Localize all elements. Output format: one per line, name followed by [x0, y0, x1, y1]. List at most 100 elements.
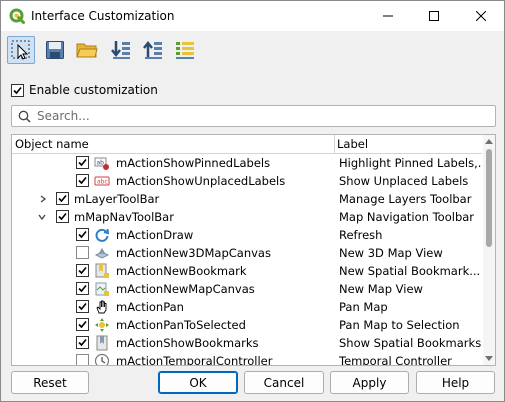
tree-row[interactable]: abc mActionShowUnplacedLabels Show Unpla…: [12, 172, 482, 190]
scroll-up-icon[interactable]: [485, 138, 493, 144]
column-separator: [334, 135, 335, 153]
row-object-name: mActionShowPinnedLabels: [116, 156, 271, 170]
row-object-name: mActionNewBookmark: [116, 264, 247, 278]
minimize-icon: [383, 15, 393, 17]
checkmark-icon: [78, 338, 87, 347]
row-checkbox[interactable]: [56, 210, 69, 223]
cancel-button[interactable]: Cancel: [244, 371, 324, 394]
tree-row[interactable]: mActionPan Pan Map: [12, 298, 482, 316]
load-from-file-button[interactable]: [139, 36, 167, 64]
load-button[interactable]: [73, 36, 101, 64]
checkmark-icon: [78, 176, 87, 185]
row-label: Refresh: [339, 228, 383, 242]
enable-customization-checkbox[interactable]: [11, 83, 24, 97]
row-label: Highlight Pinned Labels,...: [339, 156, 481, 170]
row-checkbox[interactable]: [76, 264, 89, 277]
checkmark-icon: [58, 194, 67, 203]
tree-row[interactable]: mMapNavToolBar Map Navigation Toolbar: [12, 208, 482, 226]
search-box[interactable]: [11, 105, 496, 127]
minimize-button[interactable]: [365, 1, 411, 31]
maximize-icon: [429, 11, 439, 21]
help-button[interactable]: Help: [416, 371, 495, 394]
column-header-label[interactable]: Label: [337, 137, 368, 151]
tree-row[interactable]: mActionNewBookmark New Spatial Bookmark.…: [12, 262, 482, 280]
tree-row[interactable]: mActionShowBookmarks Show Spatial Bookma…: [12, 334, 482, 352]
row-checkbox[interactable]: [56, 192, 69, 205]
refresh-icon: [95, 228, 110, 242]
load-from-main-window-button[interactable]: [107, 36, 135, 64]
close-button[interactable]: [458, 1, 504, 31]
temporal-controller-icon: [94, 353, 110, 365]
search-input[interactable]: [37, 109, 477, 123]
row-object-name: mMapNavToolBar: [74, 210, 174, 224]
close-icon: [476, 11, 486, 21]
pan-hand-icon: [96, 300, 107, 314]
scroll-down-icon[interactable]: [485, 356, 493, 362]
row-label: Pan Map: [339, 300, 388, 314]
toggle-all-icon: [176, 42, 194, 59]
row-label: Manage Layers Toolbar: [339, 192, 472, 206]
row-checkbox[interactable]: [76, 300, 89, 313]
row-object-name: mActionNewMapCanvas: [116, 282, 255, 296]
tree-row[interactable]: mActionDraw Refresh: [12, 226, 482, 244]
tree-row[interactable]: mLayerToolBar Manage Layers Toolbar: [12, 190, 482, 208]
row-label: Pan Map to Selection: [339, 318, 460, 332]
row-object-name: mLayerToolBar: [74, 192, 160, 206]
maximize-button[interactable]: [411, 1, 457, 31]
select-pointer-icon: [11, 40, 30, 60]
row-checkbox[interactable]: [76, 354, 89, 365]
row-checkbox[interactable]: [76, 156, 89, 169]
checkmark-icon: [58, 212, 67, 221]
row-object-name: mActionDraw: [116, 228, 194, 242]
row-checkbox[interactable]: [76, 336, 89, 349]
chevron-right-icon[interactable]: [39, 195, 47, 203]
reset-button[interactable]: Reset: [11, 371, 89, 394]
tree-row[interactable]: mActionNew3DMapCanvas New 3D Map View: [12, 244, 482, 262]
row-object-name: mActionShowBookmarks: [116, 336, 259, 350]
ok-button[interactable]: OK: [158, 371, 238, 394]
pan-to-selected-icon: [95, 318, 109, 332]
row-checkbox[interactable]: [76, 318, 89, 331]
row-checkbox[interactable]: [76, 246, 89, 259]
select-widget-button[interactable]: [7, 36, 35, 64]
scrollbar-thumb[interactable]: [486, 149, 492, 247]
save-icon: [46, 41, 64, 59]
tree-rows: ab mActionShowPinnedLabels Highlight Pin…: [12, 154, 482, 366]
enable-customization-label: Enable customization: [29, 83, 158, 97]
row-checkbox[interactable]: [76, 228, 89, 241]
tree-row[interactable]: ab mActionShowPinnedLabels Highlight Pin…: [12, 154, 482, 172]
chevron-down-icon[interactable]: [38, 213, 46, 221]
row-label: Show Unplaced Labels: [339, 174, 469, 188]
checkmark-icon: [78, 320, 87, 329]
checkmark-icon: [78, 284, 87, 293]
search-icon: [18, 110, 31, 123]
column-header-object-name[interactable]: Object name: [15, 137, 89, 151]
unplaced-labels-icon: abc: [94, 176, 110, 186]
row-label: Temporal Controller: [339, 354, 452, 366]
tree-row[interactable]: mActionNewMapCanvas New Map View: [12, 280, 482, 298]
apply-button[interactable]: Apply: [330, 371, 409, 394]
row-object-name: mActionPan: [116, 300, 184, 314]
toolbar: [1, 31, 504, 71]
save-button[interactable]: [41, 36, 69, 64]
checkmark-icon: [78, 230, 87, 239]
vertical-scrollbar[interactable]: [483, 135, 495, 365]
checkmark-icon: [78, 158, 87, 167]
tree-row[interactable]: mActionPanToSelected Pan Map to Selectio…: [12, 316, 482, 334]
qgis-logo-icon: [9, 8, 25, 24]
row-object-name: mActionShowUnplacedLabels: [116, 174, 286, 188]
load-from-main-window-icon: [111, 41, 130, 59]
row-checkbox[interactable]: [76, 282, 89, 295]
load-from-file-icon: [143, 40, 162, 59]
row-object-name: mActionNew3DMapCanvas: [116, 246, 271, 260]
window-title: Interface Customization: [31, 9, 175, 23]
tree-row[interactable]: mActionTemporalController Temporal Contr…: [12, 352, 482, 366]
new-3d-map-icon: [94, 248, 110, 259]
toggle-all-button[interactable]: [171, 36, 199, 64]
widget-tree: Object name Label ab mActionShowPinnedLa…: [11, 134, 496, 366]
enable-customization-row[interactable]: Enable customization: [11, 82, 158, 98]
title-bar: Interface Customization: [1, 1, 504, 31]
dialog-window: Interface Customization Enable customiza…: [0, 0, 505, 402]
row-checkbox[interactable]: [76, 174, 89, 187]
svg-text:ab: ab: [97, 160, 105, 167]
